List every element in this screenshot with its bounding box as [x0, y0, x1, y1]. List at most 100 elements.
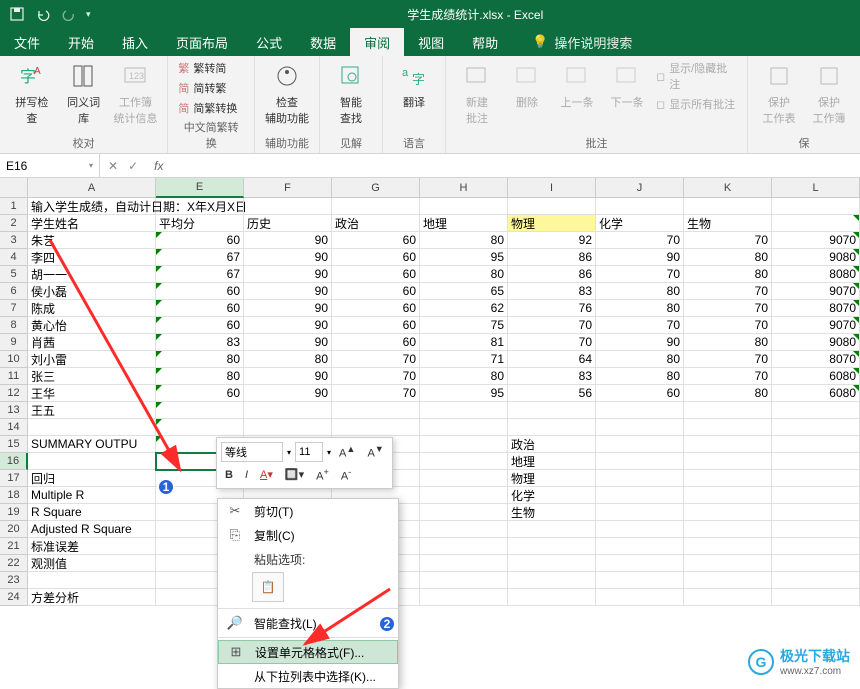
tab-help[interactable]: 帮助 [458, 28, 512, 56]
cell-H15[interactable] [420, 436, 508, 453]
cell-H17[interactable] [420, 470, 508, 487]
cell-A3[interactable]: 朱艺 [28, 232, 156, 249]
cell-H8[interactable]: 75 [420, 317, 508, 334]
cell-A16[interactable] [28, 453, 156, 470]
cell-F5[interactable]: 90 [244, 266, 332, 283]
cell-E8[interactable]: 60 [156, 317, 244, 334]
cell-E12[interactable]: 60 [156, 385, 244, 402]
cell-K17[interactable] [684, 470, 772, 487]
cell-I15[interactable]: 政治 [508, 436, 596, 453]
cell-F12[interactable]: 90 [244, 385, 332, 402]
cell-A8[interactable]: 黄心怡 [28, 317, 156, 334]
cell-I10[interactable]: 64 [508, 351, 596, 368]
cell-J4[interactable]: 90 [596, 249, 684, 266]
cell-K1[interactable] [684, 198, 772, 215]
cell-J18[interactable] [596, 487, 684, 504]
cell-A20[interactable]: Adjusted R Square [28, 521, 156, 538]
cell-F4[interactable]: 90 [244, 249, 332, 266]
cell-I9[interactable]: 70 [508, 334, 596, 351]
enter-icon[interactable]: ✓ [128, 159, 138, 173]
cell-E6[interactable]: 60 [156, 283, 244, 300]
cell-J15[interactable] [596, 436, 684, 453]
cell-E13[interactable] [156, 402, 244, 419]
cell-J14[interactable] [596, 419, 684, 436]
row-header-13[interactable]: 13 [0, 402, 28, 419]
cell-L7[interactable]: 8070 [772, 300, 860, 317]
cell-H6[interactable]: 65 [420, 283, 508, 300]
cell-A23[interactable] [28, 572, 156, 589]
cell-G1[interactable] [332, 198, 420, 215]
row-header-5[interactable]: 5 [0, 266, 28, 283]
cell-G8[interactable]: 60 [332, 317, 420, 334]
cell-I8[interactable]: 70 [508, 317, 596, 334]
cell-L23[interactable] [772, 572, 860, 589]
cell-I20[interactable] [508, 521, 596, 538]
spreadsheet-grid[interactable]: AEFGHIJKL 123456789101112131415161718192… [0, 178, 860, 687]
row-header-3[interactable]: 3 [0, 232, 28, 249]
row-header-16[interactable]: 16 [0, 453, 28, 470]
row-header-17[interactable]: 17 [0, 470, 28, 487]
cell-J5[interactable]: 70 [596, 266, 684, 283]
row-header-7[interactable]: 7 [0, 300, 28, 317]
cell-I24[interactable] [508, 589, 596, 606]
cell-E2[interactable]: 平均分 [156, 215, 244, 232]
cell-L13[interactable] [772, 402, 860, 419]
cell-J9[interactable]: 90 [596, 334, 684, 351]
conv-button[interactable]: 简 简繁转换 [178, 100, 237, 116]
ctx-copy[interactable]: ⎘复制(C) [218, 523, 398, 547]
cell-K19[interactable] [684, 504, 772, 521]
cell-L18[interactable] [772, 487, 860, 504]
cell-L21[interactable] [772, 538, 860, 555]
tab-review[interactable]: 审阅 [350, 28, 404, 56]
cell-A24[interactable]: 方差分析 [28, 589, 156, 606]
cell-A7[interactable]: 陈成 [28, 300, 156, 317]
cell-L2[interactable] [772, 215, 860, 232]
cell-H5[interactable]: 80 [420, 266, 508, 283]
row-header-22[interactable]: 22 [0, 555, 28, 572]
cell-K22[interactable] [684, 555, 772, 572]
mini-toolbar[interactable]: ▾ ▾ A▲ A▼ B I A▾ 🔲▾ A+ A- [216, 437, 393, 489]
cell-J6[interactable]: 80 [596, 283, 684, 300]
smart-lookup-button[interactable]: 智能 查找 [330, 60, 372, 126]
cell-H23[interactable] [420, 572, 508, 589]
cell-J11[interactable]: 80 [596, 368, 684, 385]
cell-H4[interactable]: 95 [420, 249, 508, 266]
cell-K24[interactable] [684, 589, 772, 606]
cell-I19[interactable]: 生物 [508, 504, 596, 521]
cell-H21[interactable] [420, 538, 508, 555]
cell-L17[interactable] [772, 470, 860, 487]
cell-J10[interactable]: 80 [596, 351, 684, 368]
cell-L1[interactable] [772, 198, 860, 215]
cell-J7[interactable]: 80 [596, 300, 684, 317]
font-color-icon[interactable]: A▾ [256, 467, 277, 482]
cell-K20[interactable] [684, 521, 772, 538]
redo-icon[interactable] [60, 5, 78, 23]
cell-I6[interactable]: 83 [508, 283, 596, 300]
cell-K10[interactable]: 70 [684, 351, 772, 368]
name-box[interactable]: E16 [0, 154, 100, 177]
cell-G3[interactable]: 60 [332, 232, 420, 249]
row-header-6[interactable]: 6 [0, 283, 28, 300]
cell-L4[interactable]: 9080 [772, 249, 860, 266]
save-icon[interactable] [8, 5, 26, 23]
cell-H12[interactable]: 95 [420, 385, 508, 402]
cell-J21[interactable] [596, 538, 684, 555]
cell-I18[interactable]: 化学 [508, 487, 596, 504]
cell-A2[interactable]: 学生姓名 [28, 215, 156, 232]
cancel-icon[interactable]: ✕ [108, 159, 118, 173]
tab-formulas[interactable]: 公式 [242, 28, 296, 56]
ctx-format-cells[interactable]: ⊞设置单元格格式(F)... [218, 640, 398, 664]
cell-G7[interactable]: 60 [332, 300, 420, 317]
cell-H7[interactable]: 62 [420, 300, 508, 317]
cell-J20[interactable] [596, 521, 684, 538]
search-box[interactable]: 💡 操作说明搜索 [532, 33, 632, 52]
cell-J23[interactable] [596, 572, 684, 589]
shrink-icon[interactable]: A- [337, 466, 355, 484]
row-header-21[interactable]: 21 [0, 538, 28, 555]
cell-F9[interactable]: 90 [244, 334, 332, 351]
cell-J1[interactable] [596, 198, 684, 215]
ctx-dropdown-select[interactable]: 从下拉列表中选择(K)... [218, 664, 398, 688]
cell-H19[interactable] [420, 504, 508, 521]
cell-G6[interactable]: 60 [332, 283, 420, 300]
col-header-I[interactable]: I [508, 178, 596, 198]
